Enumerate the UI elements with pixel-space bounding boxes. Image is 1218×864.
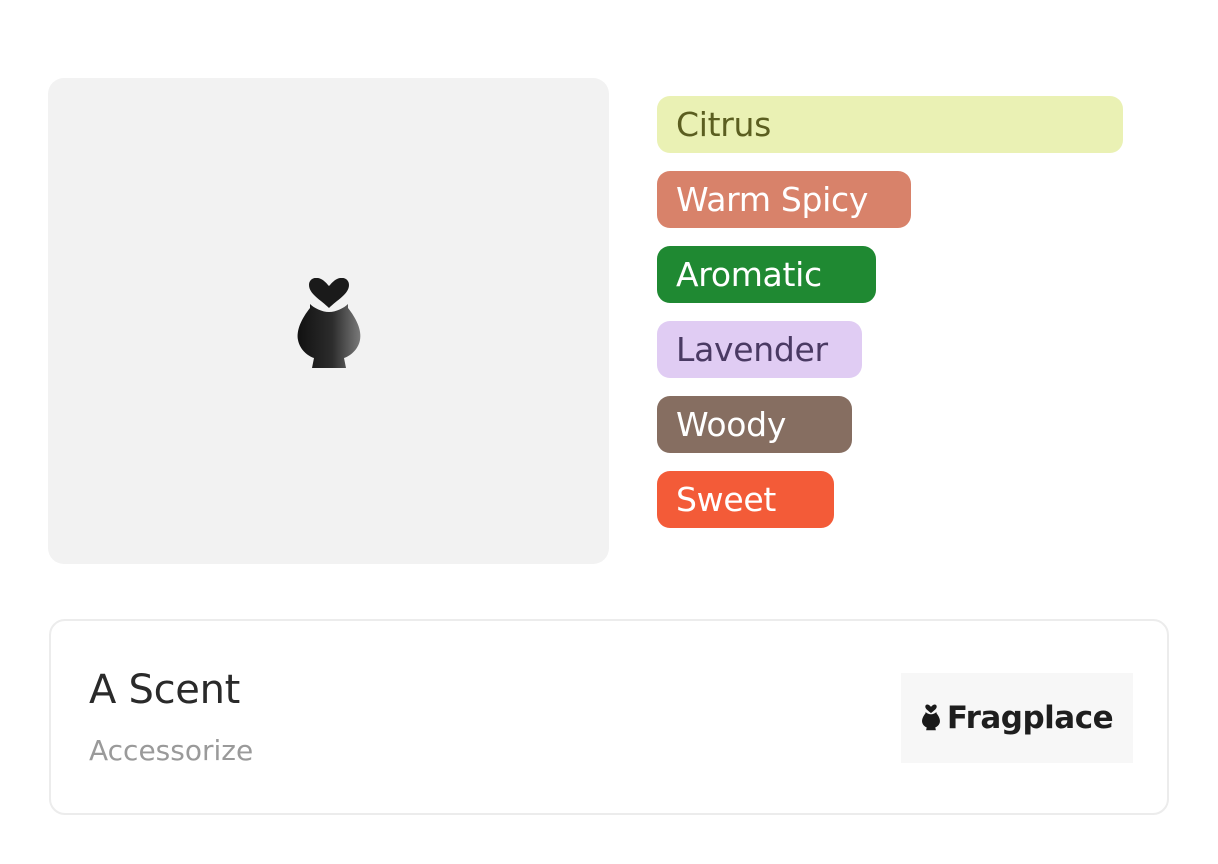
product-image-panel[interactable]: [48, 78, 609, 564]
accord-label: Warm Spicy: [676, 180, 869, 219]
page: Citrus Warm Spicy Aromatic Lavender Woody Swe…: [0, 0, 1218, 864]
product-name: A Scent: [89, 667, 241, 713]
accord-label: Sweet: [676, 480, 776, 519]
accord-bar-warm-spicy[interactable]: Warm Spicy: [657, 171, 911, 228]
accord-label: Citrus: [676, 105, 772, 144]
accord-bar-sweet[interactable]: Sweet: [657, 471, 834, 528]
perfume-bottle-heart-icon: [921, 704, 940, 731]
store-badge[interactable]: Fragplace: [901, 673, 1133, 763]
product-brand[interactable]: Accessorize: [89, 734, 253, 767]
accord-label: Woody: [676, 405, 787, 444]
product-card[interactable]: A Scent Accessorize Fragplace: [49, 619, 1169, 815]
accord-bar-lavender[interactable]: Lavender: [657, 321, 862, 378]
accord-label: Lavender: [676, 330, 828, 369]
accord-bar-citrus[interactable]: Citrus: [657, 96, 1123, 153]
accord-bar-woody[interactable]: Woody: [657, 396, 852, 453]
store-name: Fragplace: [946, 700, 1114, 736]
accords-list: Citrus Warm Spicy Aromatic Lavender Woody Swe…: [657, 96, 1137, 546]
accord-bar-aromatic[interactable]: Aromatic: [657, 246, 876, 303]
accord-label: Aromatic: [676, 255, 822, 294]
perfume-bottle-heart-icon: [297, 278, 360, 368]
